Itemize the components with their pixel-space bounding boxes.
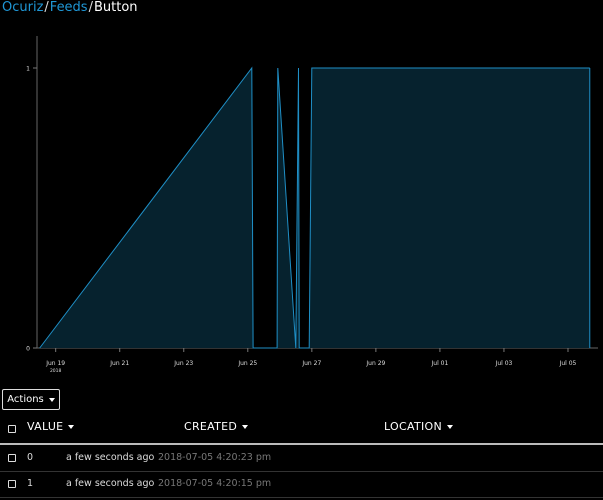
- sort-caret-icon: [68, 424, 75, 429]
- row-created-relative: a few seconds ago: [66, 452, 155, 463]
- actions-label: Actions: [7, 394, 44, 405]
- row-value: 0: [27, 452, 34, 463]
- y-tick-label: 1: [26, 66, 30, 73]
- breadcrumb-separator: /: [88, 0, 93, 15]
- x-tick-label: Jul 01: [431, 360, 449, 367]
- x-tick-label: Jul 05: [559, 360, 577, 367]
- x-tick-sublabel: 2018: [50, 368, 62, 374]
- series-area: [39, 68, 590, 348]
- x-tick-label: Jul 03: [495, 360, 513, 367]
- breadcrumb-link-feeds[interactable]: Feeds: [50, 0, 88, 15]
- chart-series: [39, 66, 591, 349]
- breadcrumb-separator: /: [44, 0, 49, 15]
- row-created-timestamp: 2018-07-05 4:20:15 pm: [158, 478, 272, 489]
- table-row[interactable]: 0 a few seconds ago 2018-07-05 4:20:23 p…: [0, 445, 603, 472]
- row-checkbox[interactable]: [8, 454, 16, 462]
- row-created-timestamp: 2018-07-05 4:20:23 pm: [158, 452, 272, 463]
- select-all-checkbox[interactable]: [8, 425, 16, 433]
- column-header-location[interactable]: LOCATION: [384, 420, 453, 433]
- y-tick-label: 0: [26, 346, 30, 353]
- breadcrumb-link-ocuriz[interactable]: Ocuriz: [2, 0, 43, 15]
- caret-down-icon: [48, 397, 55, 402]
- x-tick-label: Jun 29: [365, 360, 385, 367]
- sort-caret-icon: [242, 424, 249, 429]
- breadcrumb-current-feed: Button: [93, 0, 138, 15]
- x-tick-label: Jun 23: [173, 360, 193, 367]
- table-header: VALUE CREATED LOCATION: [0, 416, 603, 445]
- table-row[interactable]: 1 a few seconds ago 2018-07-05 4:20:15 p…: [0, 471, 603, 498]
- column-header-created[interactable]: CREATED: [184, 420, 249, 433]
- x-tick-label: Jun 21: [109, 360, 129, 367]
- actions-dropdown-button[interactable]: Actions: [2, 389, 60, 410]
- row-value: 1: [27, 478, 34, 489]
- x-tick-label: Jun 27: [301, 360, 321, 367]
- breadcrumb: Ocuriz/Feeds/Button: [2, 0, 138, 18]
- column-header-value[interactable]: VALUE: [27, 420, 75, 433]
- feed-chart[interactable]: 0 1 Jun 192018 Jun 21 Jun 23 Jun 25 Jun 27 Jun …: [0, 24, 603, 379]
- row-checkbox[interactable]: [8, 480, 16, 488]
- sort-caret-icon: [447, 424, 453, 429]
- x-tick-label: Jun 25: [237, 360, 257, 367]
- x-tick-label: Jun 19: [45, 360, 65, 367]
- row-created-relative: a few seconds ago: [66, 478, 155, 489]
